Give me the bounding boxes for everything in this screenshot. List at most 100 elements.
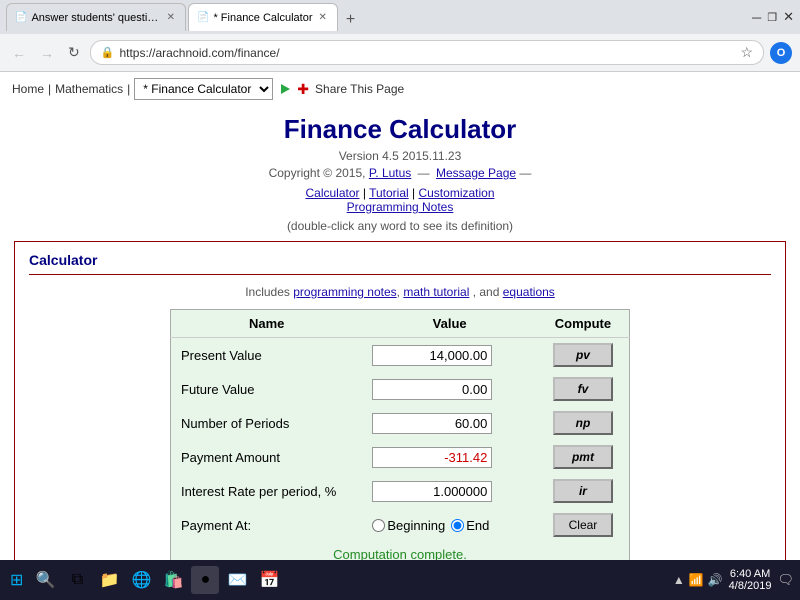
new-tab-button[interactable]: + <box>340 9 361 31</box>
fv-compute-cell: fv <box>537 372 630 406</box>
site-nav: Home | Mathematics | * Finance Calculato… <box>0 72 800 106</box>
browser-nav: ← → ↻ 🔒 https://arachnoid.com/finance/ ☆… <box>0 34 800 72</box>
pmt-label: Payment Amount <box>171 440 363 474</box>
tab-1[interactable]: 📄 Answer students' questions and ✕ <box>6 3 186 31</box>
tab-bar: 📄 Answer students' questions and ✕ 📄 * F… <box>6 3 361 31</box>
chrome-avatar[interactable]: O <box>770 42 792 64</box>
table-row: Number of Periods np <box>171 406 630 440</box>
taskbar-mail-icon[interactable]: ✉️ <box>223 566 251 594</box>
payment-at-options: Beginning End <box>362 508 537 542</box>
author-link[interactable]: P. Lutus <box>369 166 411 180</box>
col-name-header: Name <box>171 310 363 338</box>
clear-button[interactable]: Clear <box>553 513 613 537</box>
taskbar-calendar-icon[interactable]: 📅 <box>255 566 283 594</box>
tutorial-link[interactable]: Tutorial <box>369 186 409 200</box>
tab2-close[interactable]: ✕ <box>317 12 329 23</box>
table-row: Interest Rate per period, % ir <box>171 474 630 508</box>
pipe1: | <box>48 82 51 96</box>
taskbar-store-icon[interactable]: 🛍️ <box>159 566 187 594</box>
clear-cell: Clear <box>537 508 630 542</box>
table-row: Payment Amount pmt <box>171 440 630 474</box>
minimize-btn[interactable]: ─ <box>752 10 761 25</box>
tab2-title: * Finance Calculator <box>213 12 312 24</box>
np-label: Number of Periods <box>171 406 363 440</box>
bookmark-button[interactable]: ☆ <box>740 44 753 61</box>
ir-compute-cell: ir <box>537 474 630 508</box>
completion-row: Computation complete. <box>171 542 630 560</box>
close-btn[interactable]: ✕ <box>783 9 794 25</box>
table-row: Present Value pv <box>171 338 630 373</box>
calc-table-wrapper: Name Value Compute Present Value pv <box>29 309 771 560</box>
pv-input[interactable] <box>372 345 492 366</box>
start-button[interactable]: ⊞ <box>6 566 27 594</box>
customization-link[interactable]: Customization <box>418 186 494 200</box>
restore-btn[interactable]: ❐ <box>767 11 777 24</box>
add-icon: ✚ <box>297 81 309 98</box>
beginning-radio[interactable] <box>372 519 385 532</box>
np-input[interactable] <box>372 413 492 434</box>
ir-button[interactable]: ir <box>553 479 613 503</box>
end-radio[interactable] <box>451 519 464 532</box>
end-radio-label[interactable]: End <box>451 518 489 533</box>
volume-icon[interactable]: 🔊 <box>708 573 723 587</box>
fv-label: Future Value <box>171 372 363 406</box>
tab-2[interactable]: 📄 * Finance Calculator ✕ <box>188 3 338 31</box>
pmt-value-cell <box>362 440 537 474</box>
refresh-button[interactable]: ↻ <box>64 42 84 63</box>
back-button[interactable]: ← <box>8 43 30 63</box>
ir-label: Interest Rate per period, % <box>171 474 363 508</box>
page-content: Home | Mathematics | * Finance Calculato… <box>0 72 800 560</box>
taskbar-folder-icon[interactable]: 📁 <box>95 566 123 594</box>
page-title: Finance Calculator <box>0 114 800 145</box>
taskbar-task-view-icon[interactable]: ⧉ <box>63 566 91 594</box>
programming-notes-link[interactable]: programming notes <box>293 285 396 299</box>
pv-button[interactable]: pv <box>553 343 613 367</box>
calculator-section: Calculator Includes programming notes, m… <box>14 241 786 560</box>
taskbar-edge-icon[interactable]: 🌐 <box>127 566 155 594</box>
sys-icons: ▲ 📶 🔊 <box>673 573 723 587</box>
message-link[interactable]: Message Page <box>436 166 516 180</box>
and-text: , and <box>473 285 500 299</box>
date-display: 4/8/2019 <box>729 580 772 592</box>
completion-text: Computation complete. <box>171 542 630 560</box>
address-bar[interactable]: 🔒 https://arachnoid.com/finance/ ☆ <box>90 40 764 65</box>
col-compute-header: Compute <box>537 310 630 338</box>
forward-button[interactable]: → <box>36 43 58 63</box>
page-dropdown[interactable]: * Finance Calculator <box>134 78 273 100</box>
pv-value-cell <box>362 338 537 373</box>
secondary-nav: Calculator | Tutorial | Customization Pr… <box>0 186 800 214</box>
copyright-label: Copyright © 2015, <box>269 166 366 180</box>
taskbar-right: ▲ 📶 🔊 6:40 AM 4/8/2019 🗨 <box>673 568 794 592</box>
taskbar-search-icon[interactable]: 🔍 <box>31 566 59 594</box>
tab1-icon: 📄 <box>15 12 27 23</box>
programming-link[interactable]: Programming Notes <box>347 200 454 214</box>
calculator-link[interactable]: Calculator <box>305 186 359 200</box>
beginning-radio-label[interactable]: Beginning <box>372 518 445 533</box>
math-tutorial-link[interactable]: math tutorial <box>403 285 469 299</box>
taskbar-clock[interactable]: 6:40 AM 4/8/2019 <box>729 568 772 592</box>
np-value-cell <box>362 406 537 440</box>
taskbar-chrome-icon[interactable]: ● <box>191 566 219 594</box>
play-icon <box>281 84 290 94</box>
up-arrow-icon[interactable]: ▲ <box>673 573 685 587</box>
mathematics-link[interactable]: Mathematics <box>55 82 123 96</box>
calc-table: Name Value Compute Present Value pv <box>170 309 630 560</box>
col-value-header: Value <box>362 310 537 338</box>
tab1-title: Answer students' questions and <box>31 12 160 24</box>
pmt-input[interactable] <box>372 447 492 468</box>
copyright-text: Copyright © 2015, P. Lutus — Message Pag… <box>0 166 800 180</box>
fv-button[interactable]: fv <box>553 377 613 401</box>
share-link[interactable]: Share This Page <box>315 82 404 96</box>
fv-input[interactable] <box>372 379 492 400</box>
beginning-label: Beginning <box>387 518 445 533</box>
taskbar: ⊞ 🔍 ⧉ 📁 🌐 🛍️ ● ✉️ 📅 ▲ 📶 🔊 6:40 AM 4/8/20… <box>0 560 800 600</box>
tab1-close[interactable]: ✕ <box>165 12 177 23</box>
home-link[interactable]: Home <box>12 82 44 96</box>
payment-at-label: Payment At: <box>171 508 363 542</box>
equations-link[interactable]: equations <box>503 285 555 299</box>
ir-input[interactable] <box>372 481 492 502</box>
pmt-button[interactable]: pmt <box>553 445 613 469</box>
network-icon[interactable]: 📶 <box>689 573 704 587</box>
np-button[interactable]: np <box>553 411 613 435</box>
notification-icon[interactable]: 🗨 <box>777 572 794 588</box>
